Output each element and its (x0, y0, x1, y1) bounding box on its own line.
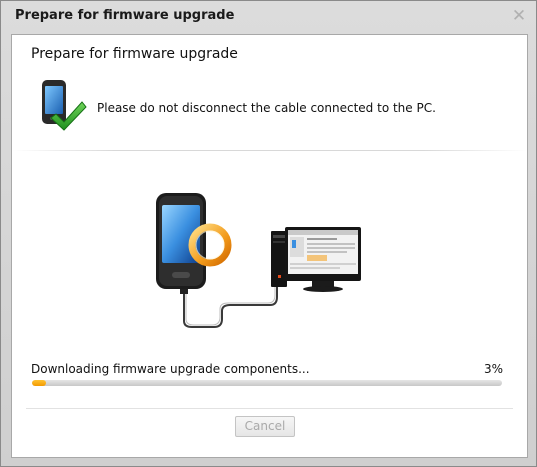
progress-label: Downloading firmware upgrade components.… (31, 362, 310, 376)
progress-fill (32, 380, 47, 386)
dialog-window: Prepare for firmware upgrade ✕ Prepare f… (0, 0, 537, 467)
page-title: Prepare for firmware upgrade (31, 46, 238, 62)
instruction-text: Please do not disconnect the cable conne… (97, 101, 436, 115)
dialog-content: Prepare for firmware upgrade Please do n… (11, 34, 528, 458)
cancel-button[interactable]: Cancel (235, 416, 295, 437)
divider (12, 150, 527, 151)
progress-percent: 3% (483, 362, 503, 376)
progress-bar (32, 380, 502, 386)
window-title: Prepare for firmware upgrade (15, 8, 235, 23)
phone-check-icon (42, 80, 87, 131)
divider (26, 408, 513, 409)
close-icon[interactable]: ✕ (510, 7, 528, 25)
phone-connected-to-pc-illustration (156, 193, 361, 328)
title-bar[interactable]: Prepare for firmware upgrade ✕ (1, 1, 536, 33)
